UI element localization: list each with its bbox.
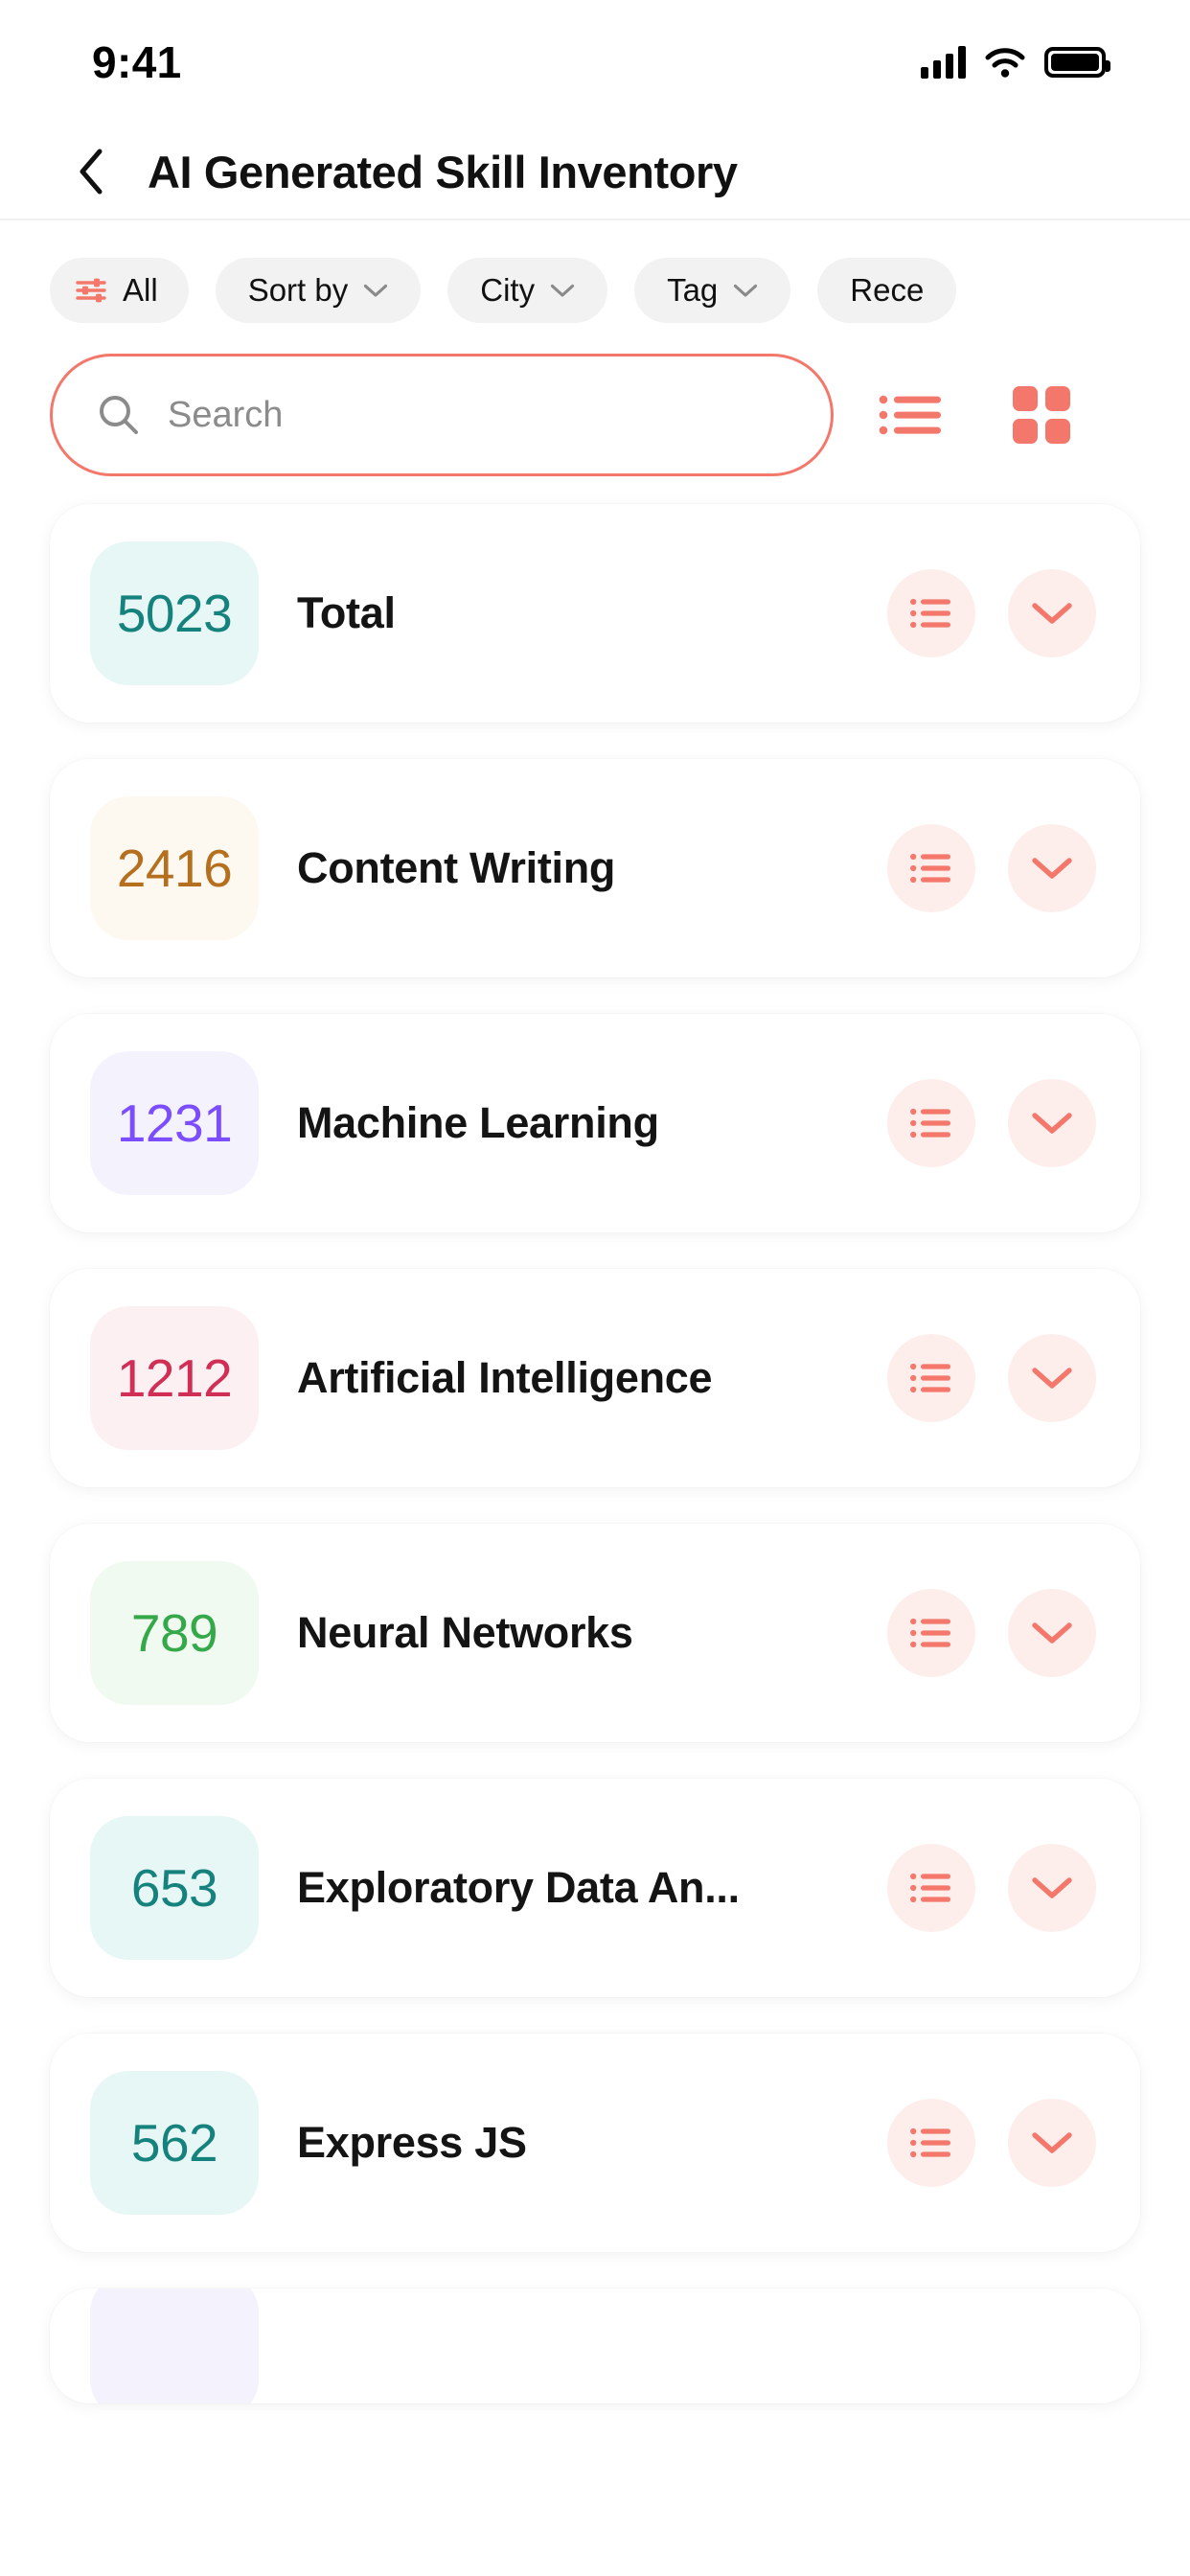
skill-count-badge: 789 xyxy=(90,1561,259,1705)
skill-name: Machine Learning xyxy=(297,1098,659,1147)
row-list-button[interactable] xyxy=(887,1844,975,1932)
view-toggle-group xyxy=(878,381,1075,448)
chevron-down-icon xyxy=(1032,603,1072,624)
grid-view-icon xyxy=(1013,386,1070,444)
row-list-button[interactable] xyxy=(887,2099,975,2187)
row-actions xyxy=(887,1844,1096,1932)
table-row[interactable] xyxy=(50,2288,1140,2404)
chevron-down-icon xyxy=(1032,1368,1072,1389)
status-indicators xyxy=(921,46,1110,79)
skill-count-badge: 2416 xyxy=(90,796,259,940)
grid-view-button[interactable] xyxy=(1008,381,1075,448)
battery-icon xyxy=(1044,47,1110,78)
row-actions xyxy=(887,2099,1096,2187)
list-lines-icon xyxy=(910,1873,950,1903)
search-icon xyxy=(100,396,138,434)
skill-count-badge: 5023 xyxy=(90,541,259,685)
table-row[interactable]: 2416 Content Writing xyxy=(50,759,1140,978)
chevron-down-icon xyxy=(364,284,388,297)
wifi-icon xyxy=(985,47,1025,78)
row-expand-button[interactable] xyxy=(1008,1334,1096,1422)
skill-name: Express JS xyxy=(297,2118,527,2167)
filter-chip-sort-by[interactable]: Sort by xyxy=(215,258,422,323)
row-expand-button[interactable] xyxy=(1008,569,1096,657)
table-row[interactable]: 562 Express JS xyxy=(50,2034,1140,2252)
filter-chip-label: City xyxy=(480,272,536,308)
list-lines-icon xyxy=(910,1108,950,1138)
list-lines-icon xyxy=(910,1363,950,1393)
status-bar: 9:41 xyxy=(0,0,1190,125)
skill-name: Total xyxy=(297,588,396,637)
chevron-down-icon xyxy=(1032,2132,1072,2153)
skill-count-badge: 562 xyxy=(90,2071,259,2215)
row-actions xyxy=(887,824,1096,912)
chevron-down-icon xyxy=(734,284,758,297)
row-list-button[interactable] xyxy=(887,569,975,657)
skill-list: 5023 Total 2416 Content Writing 1231 Mac… xyxy=(0,468,1190,2404)
back-button[interactable] xyxy=(69,149,113,195)
skill-name: Artificial Intelligence xyxy=(297,1353,713,1402)
chevron-down-icon xyxy=(1032,1877,1072,1898)
filter-chip-row[interactable]: All Sort by City Tag Rece xyxy=(0,220,1190,324)
table-row[interactable]: 5023 Total xyxy=(50,504,1140,723)
filter-sliders-icon xyxy=(76,278,106,303)
search-input[interactable]: Search xyxy=(50,354,834,476)
row-expand-button[interactable] xyxy=(1008,1844,1096,1932)
app-header: AI Generated Skill Inventory xyxy=(0,125,1190,220)
row-expand-button[interactable] xyxy=(1008,824,1096,912)
row-list-button[interactable] xyxy=(887,1334,975,1422)
skill-count-badge xyxy=(90,2288,259,2404)
table-row[interactable]: 789 Neural Networks xyxy=(50,1524,1140,1742)
list-view-icon xyxy=(879,395,941,435)
chevron-left-icon xyxy=(80,149,103,195)
row-actions xyxy=(887,569,1096,657)
row-list-button[interactable] xyxy=(887,1589,975,1677)
skill-name: Neural Networks xyxy=(297,1608,633,1657)
row-list-button[interactable] xyxy=(887,1079,975,1167)
filter-chip-all[interactable]: All xyxy=(50,258,189,323)
list-view-button[interactable] xyxy=(878,381,945,448)
skill-count-badge: 1212 xyxy=(90,1306,259,1450)
chevron-down-icon xyxy=(1032,1622,1072,1644)
list-lines-icon xyxy=(910,1618,950,1648)
search-row: Search xyxy=(0,324,1190,476)
filter-chip-recent[interactable]: Rece xyxy=(817,258,957,323)
chevron-down-icon xyxy=(1032,1113,1072,1134)
row-actions xyxy=(887,1589,1096,1677)
filter-chip-label: Tag xyxy=(667,272,719,308)
status-time: 9:41 xyxy=(92,37,182,87)
filter-chip-label: Sort by xyxy=(247,272,349,308)
list-lines-icon xyxy=(910,2128,950,2158)
skill-name: Content Writing xyxy=(297,843,616,892)
table-row[interactable]: 653 Exploratory Data An... xyxy=(50,1779,1140,1997)
list-lines-icon xyxy=(910,598,950,629)
skill-name: Exploratory Data An... xyxy=(297,1863,740,1912)
cellular-signal-icon xyxy=(921,46,966,79)
row-list-button[interactable] xyxy=(887,824,975,912)
skill-count-badge: 1231 xyxy=(90,1051,259,1195)
skill-count-badge: 653 xyxy=(90,1816,259,1960)
row-actions xyxy=(887,1079,1096,1167)
list-lines-icon xyxy=(910,853,950,884)
filter-chip-label: All xyxy=(123,272,158,308)
filter-chip-tag[interactable]: Tag xyxy=(634,258,791,323)
app-screen: 9:41 AI Generated Skill Inventory All So… xyxy=(0,0,1190,2576)
row-expand-button[interactable] xyxy=(1008,1589,1096,1677)
filter-chip-city[interactable]: City xyxy=(447,258,608,323)
page-title: AI Generated Skill Inventory xyxy=(148,146,738,197)
chevron-down-icon xyxy=(550,284,575,297)
row-actions xyxy=(887,1334,1096,1422)
filter-chip-label: Rece xyxy=(850,272,925,308)
row-expand-button[interactable] xyxy=(1008,2099,1096,2187)
table-row[interactable]: 1212 Artificial Intelligence xyxy=(50,1269,1140,1487)
table-row[interactable]: 1231 Machine Learning xyxy=(50,1014,1140,1232)
search-placeholder: Search xyxy=(168,394,284,435)
chevron-down-icon xyxy=(1032,858,1072,879)
row-expand-button[interactable] xyxy=(1008,1079,1096,1167)
